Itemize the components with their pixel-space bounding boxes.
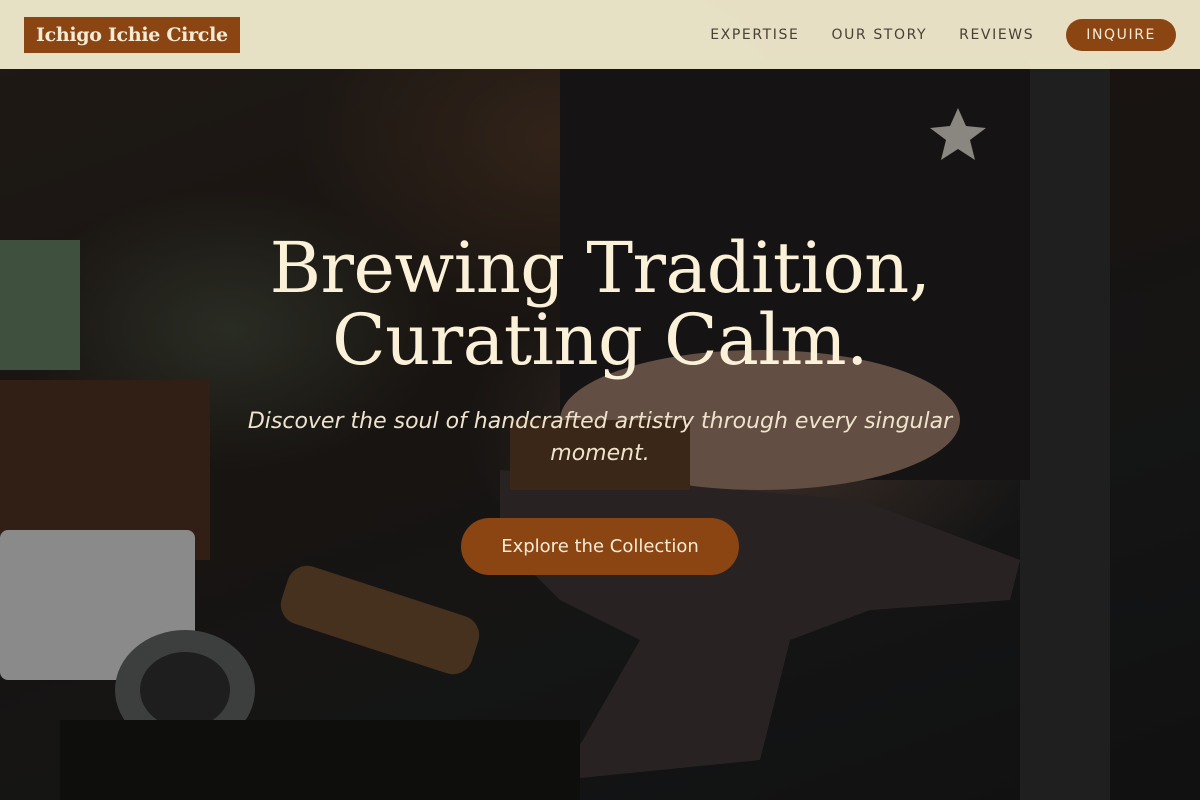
site-header: Ichigo Ichie Circle EXPERTISE OUR STORY … [0, 0, 1200, 69]
explore-collection-button[interactable]: Explore the Collection [461, 518, 739, 575]
main-nav: EXPERTISE OUR STORY REVIEWS INQUIRE [678, 18, 1176, 51]
hero-title: Brewing Tradition, Curating Calm. [0, 232, 1200, 376]
nav-link-our-story[interactable]: OUR STORY [831, 27, 927, 43]
hero-content: Brewing Tradition, Curating Calm. Discov… [0, 232, 1200, 575]
hero-subtitle: Discover the soul of handcrafted artistr… [247, 409, 953, 466]
brand-logo[interactable]: Ichigo Ichie Circle [24, 16, 240, 53]
nav-link-reviews[interactable]: REVIEWS [959, 27, 1034, 43]
nav-link-expertise[interactable]: EXPERTISE [710, 27, 799, 43]
inquire-button[interactable]: INQUIRE [1066, 18, 1176, 51]
hero-title-line-2: Curating Calm. [332, 299, 868, 381]
hero-title-line-1: Brewing Tradition, [269, 227, 931, 309]
